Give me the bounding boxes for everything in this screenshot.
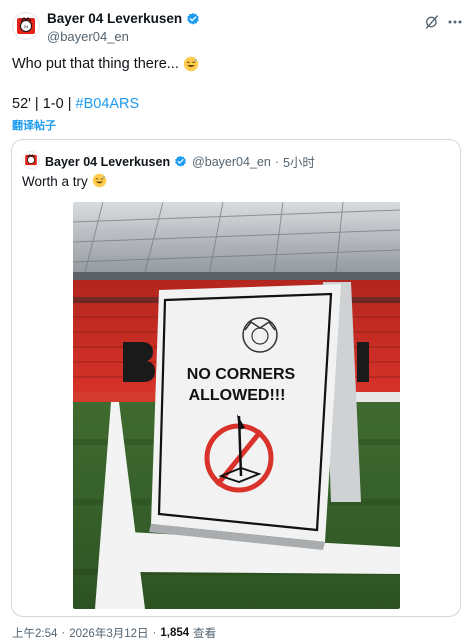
post-date[interactable]: 2026年3月12日 [69,625,148,641]
quoted-author-row: Bayer 04 Leverkusen @bayer04_en · 5小时 [45,152,315,171]
tweet: 04 Bayer 04 Leverkusen @bayer04_en Who p… [0,0,469,641]
quoted-separator: · [274,154,279,169]
sweat-smile-emoji-icon [183,56,199,72]
verified-badge-icon [174,155,188,169]
score-text: 52' | 1-0 | [12,96,76,112]
footer-separator: · [61,627,66,639]
hashtag-link[interactable]: #B04ARS [76,96,140,112]
avatar[interactable]: 04 [12,12,40,40]
grok-icon[interactable] [422,12,442,32]
footer-separator: · [152,627,157,639]
views-count: 1,854 [160,627,190,639]
quoted-media-photo[interactable]: NO CORNERS ALLOWED!!! [73,202,400,609]
tweet-footer: 上午2:54 · 2026年3月12日 · 1,854 查看 [12,625,216,641]
quoted-text-content: Worth a try [22,173,88,189]
quoted-display-name[interactable]: Bayer 04 Leverkusen [45,155,170,169]
post-time[interactable]: 上午2:54 [12,625,57,641]
quoted-handle[interactable]: @bayer04_en [192,155,271,169]
tweet-text-content: Who put that thing there... [12,56,179,72]
more-icon[interactable] [447,12,463,32]
score-line: 52' | 1-0 | #B04ARS [12,96,139,112]
author-display-name[interactable]: Bayer 04 Leverkusen [47,11,182,26]
sign-text-line2: ALLOWED!!! [189,387,286,404]
svg-text:04: 04 [24,24,29,29]
tweet-text: Who put that thing there... [12,56,199,72]
author-name-row: Bayer 04 Leverkusen [47,11,200,26]
verified-badge-icon[interactable] [186,12,200,26]
quoted-avatar[interactable] [22,151,40,169]
author-handle[interactable]: @bayer04_en [47,29,129,44]
sweat-smile-emoji-icon [92,173,108,189]
quoted-timestamp[interactable]: 5小时 [283,152,315,171]
quoted-tweet[interactable]: Bayer 04 Leverkusen @bayer04_en · 5小时 Wo… [11,139,461,617]
translate-post-link[interactable]: 翻译帖子 [12,117,56,133]
sign-text-line1: NO CORNERS [187,366,296,383]
views-label: 查看 [193,628,217,640]
quoted-text: Worth a try [22,173,108,189]
